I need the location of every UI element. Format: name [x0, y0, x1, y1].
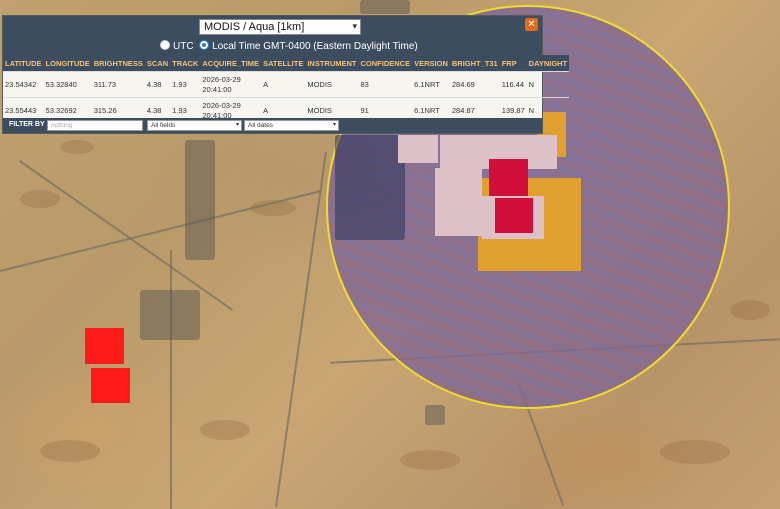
chevron-down-icon: ▾ — [332, 122, 336, 128]
fire-halo-light — [435, 168, 482, 236]
column-header[interactable]: ACQUIRE_TIME — [200, 55, 262, 72]
cell-daynight: N — [526, 71, 570, 98]
cell-brightness: 311.73 — [91, 71, 145, 98]
local-time-label: Local Time GMT-0400 (Eastern Daylight Ti… — [212, 41, 418, 52]
settlement — [335, 135, 405, 240]
dates-select-value: All dates — [248, 122, 273, 129]
column-header[interactable]: VERSION — [412, 55, 450, 72]
dune — [60, 140, 94, 154]
fire-detection-panel: MODIS / Aqua [1km] ▾ ✕ UTC Local Time GM… — [2, 15, 570, 134]
cell-version: 6.1NRT — [412, 71, 450, 98]
fire-detection-table: LATITUDE LONGITUDE BRIGHTNESS SCAN TRACK… — [3, 55, 570, 123]
fields-select-value: All fields — [151, 122, 176, 129]
cell-frp: 116.44 — [499, 71, 527, 98]
close-icon[interactable]: ✕ — [525, 18, 538, 31]
cell-satellite: A — [261, 71, 306, 98]
column-header[interactable]: TRACK — [170, 55, 201, 72]
cell-bright-t31: 284.69 — [449, 71, 500, 98]
fire-pixel[interactable] — [489, 159, 528, 196]
column-header[interactable]: LATITUDE — [3, 55, 44, 72]
dune — [40, 440, 100, 462]
panel-header: MODIS / Aqua [1km] ▾ ✕ UTC Local Time GM… — [3, 16, 542, 55]
column-header[interactable]: INSTRUMENT — [305, 55, 359, 72]
table-row[interactable]: 23.54342 53.32840 311.73 4.38 1.93 2026-… — [3, 71, 570, 98]
cell-acquire-time: 2026-03-29 20:41:00 — [200, 71, 262, 98]
cell-latitude: 23.54342 — [3, 71, 44, 98]
dune — [200, 420, 250, 440]
acquire-time: 20:41:00 — [202, 84, 232, 94]
local-time-radio[interactable] — [199, 40, 210, 51]
cell-confidence: 83 — [358, 71, 413, 98]
filter-input[interactable]: nothing — [47, 120, 143, 131]
satellite-select[interactable]: MODIS / Aqua [1km] ▾ — [199, 19, 361, 35]
settlement — [425, 405, 445, 425]
filter-label: FILTER BY — [9, 121, 45, 128]
fire-pixel[interactable] — [85, 328, 124, 364]
fire-pixel[interactable] — [91, 368, 130, 403]
cell-scan: 4.38 — [144, 71, 171, 98]
timezone-toggle: UTC Local Time GMT-0400 (Eastern Dayligh… — [160, 40, 418, 52]
chevron-down-icon: ▾ — [352, 21, 357, 31]
column-header[interactable]: LONGITUDE — [43, 55, 92, 72]
settlement — [185, 140, 215, 260]
dune — [400, 450, 460, 470]
fire-pixel[interactable] — [495, 198, 533, 233]
column-header[interactable]: CONFIDENCE — [358, 55, 413, 72]
column-header[interactable]: BRIGHT_T31 — [449, 55, 500, 72]
cell-longitude: 53.32840 — [43, 71, 92, 98]
road — [170, 250, 172, 509]
dune — [250, 200, 296, 216]
dune — [20, 190, 60, 208]
settlement — [140, 290, 200, 340]
column-header[interactable]: BRIGHTNESS — [91, 55, 145, 72]
acquire-date: 2026-03-29 — [202, 74, 241, 84]
filter-bar: FILTER BY nothing All fields ▾ All dates… — [3, 118, 542, 133]
acquire-date: 2026-03-29 — [202, 100, 241, 110]
dune — [730, 300, 770, 320]
column-header[interactable]: FRP — [499, 55, 527, 72]
dates-select[interactable]: All dates ▾ — [244, 120, 339, 131]
utc-label: UTC — [173, 41, 194, 52]
cell-instrument: MODIS — [305, 71, 359, 98]
dune — [660, 440, 730, 464]
column-header[interactable]: SCAN — [144, 55, 171, 72]
fire-halo-light — [398, 135, 438, 163]
satellite-select-value: MODIS / Aqua [1km] — [204, 21, 305, 33]
utc-radio[interactable] — [160, 40, 170, 51]
settlement — [360, 0, 410, 14]
chevron-down-icon: ▾ — [235, 122, 239, 128]
fields-select[interactable]: All fields ▾ — [147, 120, 242, 131]
cell-track: 1.93 — [170, 71, 201, 98]
table-header-row: LATITUDE LONGITUDE BRIGHTNESS SCAN TRACK… — [3, 55, 570, 72]
column-header[interactable]: SATELLITE — [261, 55, 306, 72]
column-header[interactable]: DAYNIGHT — [526, 55, 570, 72]
